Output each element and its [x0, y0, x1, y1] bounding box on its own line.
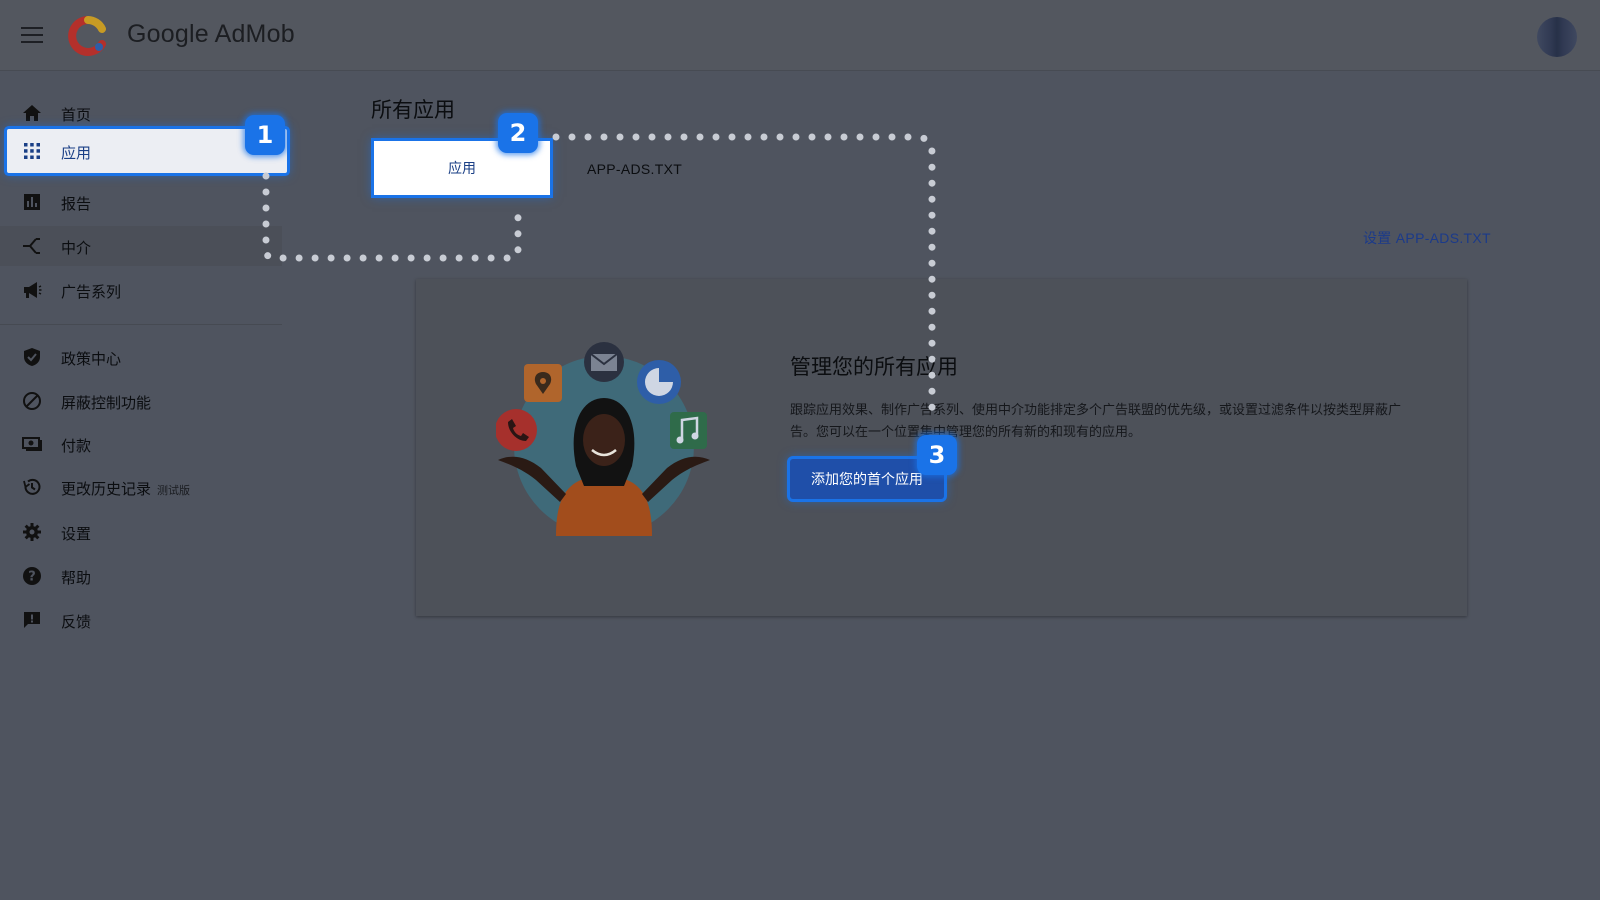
sidebar-item-label: 帮助	[61, 570, 92, 587]
card-description: 跟踪应用效果、制作广告系列、使用中介功能排定多个广告联盟的优先级，或设置过滤条件…	[790, 402, 1402, 439]
bar-chart-icon	[24, 194, 40, 210]
sidebar-item-settings[interactable]: 设置	[0, 512, 285, 552]
payments-icon	[22, 437, 42, 451]
sidebar-item-label: 中介	[61, 240, 92, 257]
sidebar-item-mediation[interactable]: 中介	[0, 226, 282, 266]
history-icon	[23, 478, 41, 495]
user-avatar[interactable]	[1537, 17, 1577, 57]
sidebar-item-blocking-controls[interactable]: 屏蔽控制功能	[0, 381, 285, 421]
sidebar-item-change-history[interactable]: 更改历史记录 测试版	[0, 467, 285, 507]
top-app-bar: Google AdMob	[0, 0, 1600, 71]
gear-icon	[23, 523, 41, 541]
tab-app-ads-txt[interactable]: APP-ADS.TXT	[587, 161, 682, 177]
menu-icon[interactable]	[21, 27, 43, 45]
mediation-icon	[23, 238, 40, 254]
sidebar-divider	[0, 324, 282, 325]
step-badge-1: 1	[245, 115, 285, 155]
block-icon	[23, 392, 41, 410]
sidebar-item-label: 报告	[61, 196, 92, 213]
sidebar-item-label: 政策中心	[61, 351, 122, 368]
sidebar-nav: 首页 应用 报告 中介 广告系列 政策中心 屏蔽控制功能 付款 更改历史记录 测…	[0, 71, 287, 900]
home-icon	[23, 105, 41, 121]
sidebar-item-label: 付款	[61, 438, 92, 455]
sidebar-item-label: 屏蔽控制功能	[61, 395, 152, 412]
sidebar-item-reports[interactable]: 报告	[0, 182, 285, 222]
help-icon: ?	[23, 567, 41, 585]
brand-title[interactable]: Google AdMob	[127, 20, 295, 49]
sidebar-item-payments[interactable]: 付款	[0, 424, 285, 464]
beta-badge: 测试版	[157, 485, 191, 497]
sidebar-item-label: 应用	[61, 145, 92, 162]
page-title: 所有应用	[371, 99, 455, 122]
sidebar-item-label: 设置	[61, 526, 92, 543]
sidebar-item-help[interactable]: ? 帮助	[0, 556, 285, 596]
setup-app-ads-txt-link[interactable]: 设置 APP-ADS.TXT	[1363, 228, 1491, 248]
card-title: 管理您的所有应用	[790, 356, 958, 379]
sidebar-item-label: 更改历史记录 测试版	[61, 481, 191, 498]
feedback-icon	[24, 612, 40, 628]
apps-grid-icon	[24, 143, 40, 159]
sidebar-item-policy-center[interactable]: 政策中心	[0, 337, 285, 377]
svg-text:?: ?	[28, 570, 36, 585]
shield-check-icon	[24, 348, 40, 366]
apps-illustration	[496, 342, 710, 536]
megaphone-icon	[24, 282, 42, 298]
admob-logo-icon[interactable]	[68, 16, 108, 56]
step-badge-3: 3	[917, 435, 957, 475]
sidebar-item-home[interactable]: 首页	[0, 93, 285, 133]
sidebar-item-label: 广告系列	[61, 284, 122, 301]
sidebar-item-label: 反馈	[61, 614, 92, 631]
sidebar-item-label: 首页	[61, 107, 92, 124]
sidebar-item-campaigns[interactable]: 广告系列	[0, 270, 285, 310]
sidebar-item-feedback[interactable]: 反馈	[0, 600, 285, 640]
step-badge-2: 2	[498, 113, 538, 153]
